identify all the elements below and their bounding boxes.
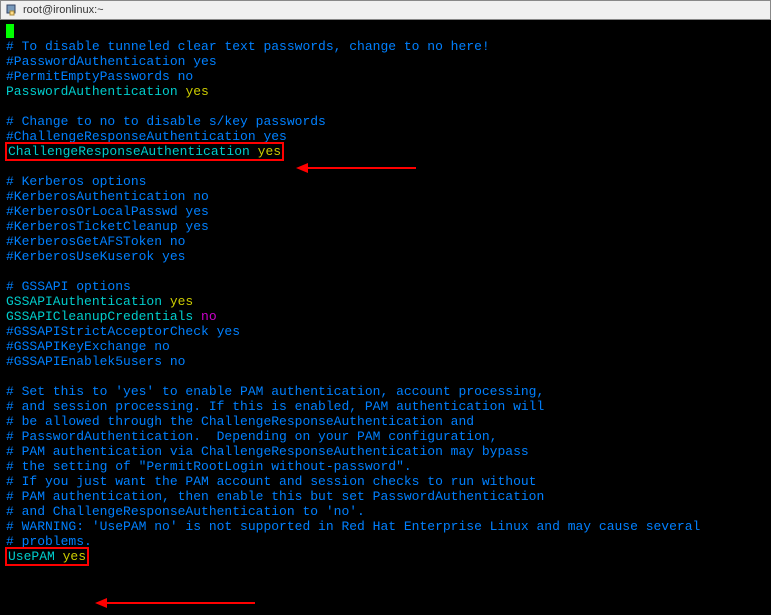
config-comment: # PasswordAuthentication. Depending on y…	[6, 429, 497, 444]
config-comment: #KerberosAuthentication no	[6, 189, 209, 204]
config-comment: # PAM authentication, then enable this b…	[6, 489, 544, 504]
config-comment: # WARNING: 'UsePAM no' is not supported …	[6, 519, 700, 534]
config-value: yes	[170, 294, 193, 309]
config-comment: #KerberosGetAFSToken no	[6, 234, 185, 249]
config-comment: #PermitEmptyPasswords no	[6, 69, 193, 84]
config-comment: #PasswordAuthentication yes	[6, 54, 217, 69]
config-comment: #GSSAPIEnablek5users no	[6, 354, 185, 369]
config-comment: #KerberosTicketCleanup yes	[6, 219, 209, 234]
config-comment: # and session processing. If this is ena…	[6, 399, 544, 414]
config-comment: # the setting of "PermitRootLogin withou…	[6, 459, 412, 474]
highlighted-setting: UsePAM yes	[5, 547, 89, 566]
config-value: no	[201, 309, 217, 324]
config-comment: #KerberosUseKuserok yes	[6, 249, 185, 264]
window-title: root@ironlinux:~	[23, 4, 104, 16]
config-key: ChallengeResponseAuthentication	[8, 144, 258, 159]
config-comment: # GSSAPI options	[6, 279, 131, 294]
config-value: yes	[63, 549, 86, 564]
config-key: UsePAM	[8, 549, 63, 564]
terminal-viewport[interactable]: # To disable tunneled clear text passwor…	[0, 20, 771, 615]
config-comment: #KerberosOrLocalPasswd yes	[6, 204, 209, 219]
config-comment: #GSSAPIKeyExchange no	[6, 339, 170, 354]
config-comment: # Set this to 'yes' to enable PAM authen…	[6, 384, 544, 399]
config-comment: # and ChallengeResponseAuthentication to…	[6, 504, 365, 519]
config-comment: # If you just want the PAM account and s…	[6, 474, 537, 489]
config-key: GSSAPICleanupCredentials	[6, 309, 201, 324]
window-titlebar[interactable]: root@ironlinux:~	[0, 0, 771, 20]
config-comment: # Change to no to disable s/key password…	[6, 114, 326, 129]
config-comment: # Kerberos options	[6, 174, 146, 189]
config-value: yes	[258, 144, 281, 159]
config-comment: # be allowed through the ChallengeRespon…	[6, 414, 474, 429]
config-comment: # To disable tunneled clear text passwor…	[6, 39, 490, 54]
config-comment: #GSSAPIStrictAcceptorCheck yes	[6, 324, 240, 339]
annotation-arrow	[306, 167, 416, 169]
putty-icon	[5, 3, 19, 17]
config-key: PasswordAuthentication	[6, 84, 185, 99]
terminal-cursor	[6, 24, 14, 38]
config-key: GSSAPIAuthentication	[6, 294, 170, 309]
annotation-arrow	[105, 602, 255, 604]
highlighted-setting: ChallengeResponseAuthentication yes	[5, 142, 284, 161]
config-value: yes	[185, 84, 208, 99]
config-comment: # PAM authentication via ChallengeRespon…	[6, 444, 529, 459]
